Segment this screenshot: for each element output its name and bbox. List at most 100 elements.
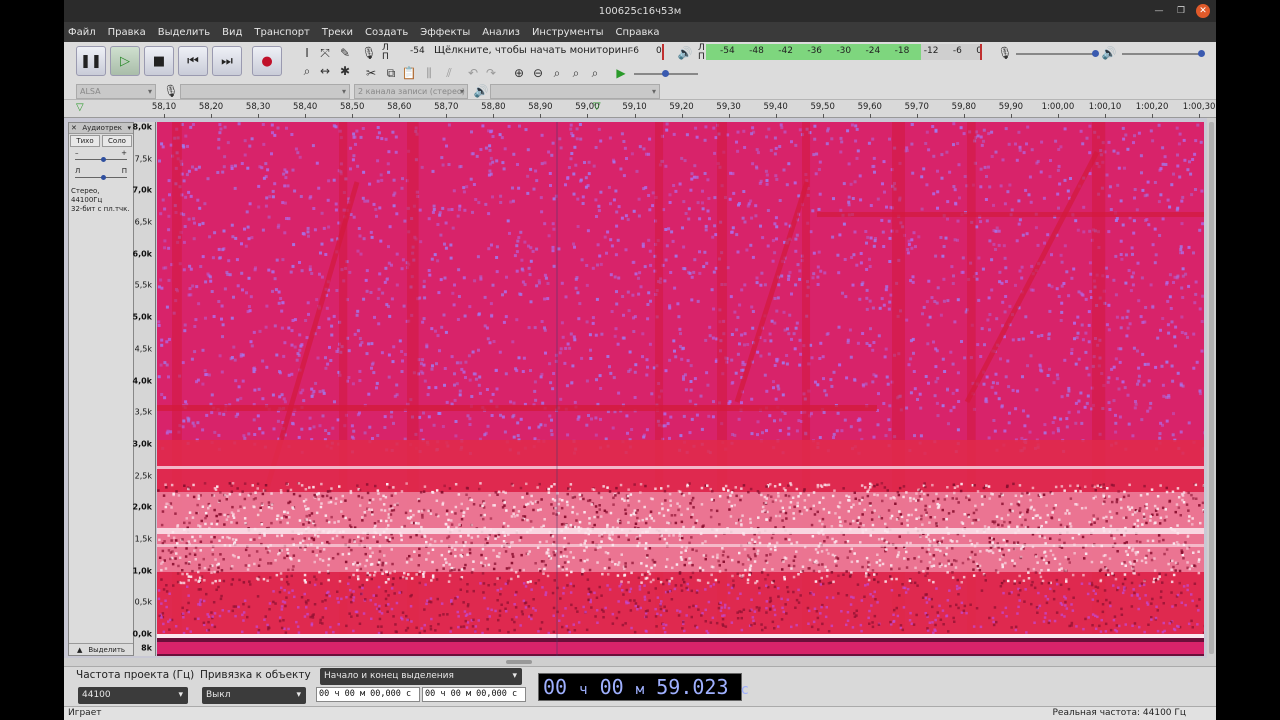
spectrogram-hot-speckle — [1064, 512, 1067, 515]
spectrogram[interactable] — [157, 122, 1204, 656]
mute-button[interactable]: Тихо — [70, 135, 100, 147]
playback-volume-slider[interactable] — [1122, 50, 1205, 57]
paste-icon[interactable]: 📋 — [400, 64, 418, 82]
play-at-speed-icon[interactable]: ▶ — [612, 64, 630, 82]
spectrogram-hot-speckle — [536, 501, 539, 504]
skip-start-button[interactable]: ⏮ — [178, 46, 208, 76]
spectrogram-hot-speckle — [307, 537, 311, 540]
spectrogram-noise — [1069, 177, 1072, 180]
spectrogram-hot-speckle — [975, 508, 978, 512]
menu-help[interactable]: Справка — [616, 27, 660, 38]
trim-icon[interactable]: ⫼ — [420, 64, 438, 82]
menu-transport[interactable]: Транспорт — [254, 27, 309, 38]
timeshift-tool-icon[interactable]: ↔ — [316, 62, 334, 80]
selection-tool-icon[interactable]: I — [298, 44, 316, 62]
spectrogram-hot-speckle — [604, 551, 608, 554]
spectrogram-hot-speckle — [754, 554, 757, 558]
zoom-in-icon[interactable]: ⊕ — [510, 64, 528, 82]
spectrogram-noise — [627, 309, 631, 313]
play-button[interactable]: ▷ — [110, 46, 140, 76]
frequency-label: 1,5k — [134, 534, 152, 544]
track-name[interactable]: Аудиотрек — [82, 124, 122, 132]
playback-speaker-icon[interactable]: 🔊 — [676, 44, 694, 62]
fit-selection-icon[interactable]: ⌕ — [548, 64, 566, 82]
spectrogram-hot-speckle — [328, 489, 332, 493]
monitoring-hint[interactable]: Щёлкните, чтобы начать мониторинг — [434, 45, 633, 56]
spectrogram-hot-speckle — [305, 514, 308, 518]
spectrogram-noise — [275, 258, 279, 262]
frequency-scale[interactable]: 8,0k 7,5k 7,0k 6,5k 6,0k 5,5k 5,0k 4,5k 4,0k 3,5k… — [133, 122, 156, 656]
minimize-icon[interactable]: — — [1152, 4, 1166, 18]
spectrogram-hot-speckle — [420, 535, 424, 538]
spectrogram-noise — [645, 373, 649, 377]
solo-button[interactable]: Соло — [102, 135, 132, 147]
spectrogram-noise — [349, 146, 352, 150]
spectrogram-hot-speckle — [814, 548, 818, 551]
menu-select[interactable]: Выделить — [158, 27, 210, 38]
skip-end-button[interactable]: ⏭ — [212, 46, 242, 76]
track-close-icon[interactable]: ✕ — [71, 124, 77, 132]
envelope-tool-icon[interactable]: ⤧ — [316, 44, 334, 62]
record-button[interactable]: ● — [252, 46, 282, 76]
spectrogram-hot-speckle — [377, 492, 380, 495]
collapse-icon[interactable]: ▲ — [77, 646, 82, 654]
spectrogram-hot-speckle — [670, 577, 674, 580]
track-menu-icon[interactable]: ▾ — [127, 124, 131, 132]
audio-host-select[interactable]: ALSA ▾ — [76, 84, 156, 99]
pause-button[interactable]: ❚❚ — [76, 46, 106, 76]
spectrogram-noise — [982, 128, 986, 132]
timeline-ruler[interactable]: ▽ 58,10 58,20 58,30 58,40 58,50 58,60 58,70 58,… — [64, 100, 1216, 118]
multi-tool-icon[interactable]: ✱ — [336, 62, 354, 80]
menu-effects[interactable]: Эффекты — [420, 27, 470, 38]
undo-icon[interactable]: ↶ — [464, 64, 482, 82]
zoom-toggle-icon[interactable]: ⌕ — [586, 64, 604, 82]
playback-device-select[interactable]: ▾ — [490, 84, 660, 99]
spectrogram-hot-speckle — [895, 577, 898, 581]
fit-project-icon[interactable]: ⌕ — [567, 64, 585, 82]
spectrogram-hot-speckle — [405, 561, 409, 564]
maximize-icon[interactable]: ❐ — [1174, 4, 1188, 18]
spectrogram-noise — [645, 152, 648, 156]
gain-slider[interactable]: – + — [75, 149, 127, 165]
record-meter-mic-icon[interactable]: 🎙 — [360, 44, 378, 62]
copy-icon[interactable]: ⧉ — [382, 64, 400, 82]
menu-edit[interactable]: Правка — [108, 27, 146, 38]
redo-icon[interactable]: ↷ — [482, 64, 500, 82]
play-at-speed-slider[interactable] — [634, 70, 698, 77]
silence-icon[interactable]: ⫽ — [440, 64, 458, 82]
spectrogram-hot-speckle — [834, 540, 838, 543]
spectrogram-noise — [222, 229, 226, 233]
spectrogram-hot-speckle — [256, 482, 260, 486]
spectrogram-hot-speckle — [1145, 506, 1149, 510]
spectrogram-hot-speckle — [1186, 534, 1190, 538]
zoom-tool-icon[interactable]: ⌕ — [298, 62, 316, 80]
cut-icon[interactable]: ✂ — [362, 64, 380, 82]
close-icon[interactable]: ✕ — [1196, 4, 1210, 18]
select-track-button[interactable]: Выделить — [88, 646, 125, 654]
menu-analyze[interactable]: Анализ — [482, 27, 520, 38]
spectrogram-noise — [589, 357, 593, 360]
menu-tools[interactable]: Инструменты — [532, 27, 604, 38]
zoom-out-icon[interactable]: ⊖ — [529, 64, 547, 82]
spectrogram-noise — [246, 310, 250, 314]
menu-file[interactable]: Файл — [68, 27, 96, 38]
track-header[interactable]: ✕ Аудиотрек ▾ — [69, 123, 133, 134]
spectrogram-hot-speckle — [336, 552, 340, 556]
playhead-icon[interactable]: ▽ — [593, 101, 601, 112]
menu-view[interactable]: Вид — [222, 27, 242, 38]
record-volume-slider[interactable] — [1016, 50, 1099, 57]
spectrogram-hot-speckle — [303, 573, 307, 577]
spectrogram-noise — [845, 376, 849, 380]
second-channel-frequency-label: 8k — [141, 643, 152, 653]
spectrogram-noise — [358, 379, 362, 383]
spectrogram-hot-speckle — [1101, 502, 1105, 506]
menu-tracks[interactable]: Треки — [322, 27, 353, 38]
pan-slider[interactable]: Л П — [75, 167, 127, 183]
recording-channels-select[interactable]: 2 канала записи (стерео) ▾ — [354, 84, 468, 99]
spectrogram-noise — [818, 160, 822, 164]
spectrogram-noise — [854, 139, 858, 143]
draw-tool-icon[interactable]: ✎ — [336, 44, 354, 62]
menu-generate[interactable]: Создать — [365, 27, 408, 38]
stop-button[interactable]: ■ — [144, 46, 174, 76]
recording-device-select[interactable]: ▾ — [180, 84, 350, 99]
